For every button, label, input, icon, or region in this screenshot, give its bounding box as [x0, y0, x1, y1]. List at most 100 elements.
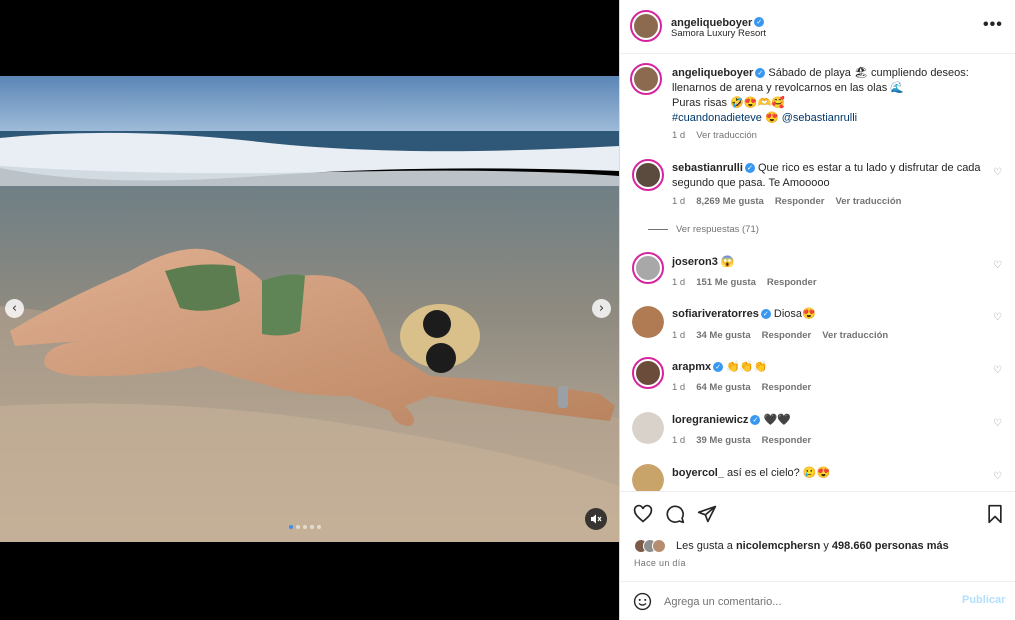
- verified-badge-icon: ✓: [754, 16, 765, 27]
- comment-avatar[interactable]: [632, 306, 664, 338]
- caption-meta: 1 d Ver traducción: [672, 130, 757, 141]
- comment-text: boyercol_ así es el cielo? 🥲😍: [672, 466, 830, 481]
- comment-time[interactable]: 1 d: [672, 382, 685, 393]
- post-header: angeliqueboyer ✓ Samora Luxury Resort •••: [620, 0, 1015, 54]
- comment-time[interactable]: 1 d: [672, 196, 685, 207]
- comment-text: sebastianrulli ✓ Que rico es estar a tu l…: [672, 161, 984, 191]
- comment-likes[interactable]: 8,269 Me gusta: [696, 196, 764, 207]
- comment-composer: Publicar: [620, 581, 1015, 620]
- comment-meta: 1 d 64 Me gusta Responder: [672, 382, 811, 393]
- caption-time[interactable]: 1 d: [672, 130, 685, 141]
- post-timestamp[interactable]: Hace un día: [634, 558, 686, 568]
- likes-summary[interactable]: Les gusta a nicolemcphersn y 498.660 per…: [634, 539, 949, 553]
- more-options-button[interactable]: •••: [983, 16, 1003, 34]
- post-actions: Les gusta a nicolemcphersn y 498.660 per…: [620, 491, 1015, 581]
- view-replies-button[interactable]: Ver respuestas (71): [648, 224, 759, 235]
- comment-username[interactable]: loregraniewicz: [672, 414, 748, 426]
- comment-meta: 1 d 39 Me gusta Responder: [672, 435, 811, 446]
- mute-button[interactable]: [585, 508, 607, 530]
- comment-bubble-icon[interactable]: [665, 504, 685, 524]
- verified-badge-icon: ✓: [750, 415, 761, 426]
- comment-username[interactable]: arapmx: [672, 361, 711, 373]
- caption-hashtag[interactable]: #cuandonadieteve: [672, 112, 762, 124]
- likes-user[interactable]: nicolemcphersn: [736, 540, 820, 552]
- comment-body: así es el cielo? 🥲😍: [727, 467, 831, 479]
- comment-like-heart-icon[interactable]: ♡: [993, 418, 1002, 429]
- avatar[interactable]: [630, 10, 662, 42]
- comment-meta: 1 d 34 Me gusta Responder Ver traducción: [672, 330, 888, 341]
- beach-photo: [0, 76, 619, 542]
- share-send-icon[interactable]: [697, 504, 717, 524]
- comment-avatar[interactable]: [632, 252, 664, 284]
- comment-avatar[interactable]: [632, 464, 664, 491]
- caption-translate-link[interactable]: Ver traducción: [696, 130, 757, 141]
- comments-list[interactable]: angeliqueboyer ✓ Sábado de playa 🏖 cumpli…: [620, 55, 1015, 491]
- caption-mention[interactable]: @sebastianrulli: [782, 112, 857, 124]
- publish-button[interactable]: Publicar: [962, 594, 1005, 606]
- comment-likes[interactable]: 151 Me gusta: [696, 277, 756, 288]
- translate-link[interactable]: Ver traducción: [822, 330, 888, 341]
- like-heart-icon[interactable]: [633, 504, 653, 524]
- speaker-muted-icon: [591, 514, 602, 524]
- comment-avatar[interactable]: [632, 357, 664, 389]
- reply-button[interactable]: Responder: [762, 435, 812, 446]
- carousel-dot: [303, 525, 307, 529]
- header-location[interactable]: Samora Luxury Resort: [671, 28, 766, 39]
- chevron-right-icon: ›: [598, 301, 605, 316]
- comment-like-heart-icon[interactable]: ♡: [993, 167, 1002, 178]
- comment-body: Diosa😍: [773, 308, 816, 320]
- comment-time[interactable]: 1 d: [672, 277, 685, 288]
- carousel-dot: [317, 525, 321, 529]
- comment-like-heart-icon[interactable]: ♡: [993, 260, 1002, 271]
- comment-body-2: segundo que pasa. Te Amooooo: [672, 177, 830, 189]
- comment-time[interactable]: 1 d: [672, 330, 685, 341]
- reply-button[interactable]: Responder: [762, 330, 812, 341]
- post-photo[interactable]: [0, 76, 619, 542]
- carousel-dot: [296, 525, 300, 529]
- carousel-dot: [289, 525, 293, 529]
- caption-text-1: Sábado de playa 🏖 cumpliendo deseos:: [768, 67, 969, 79]
- comment-body: 😱: [720, 256, 735, 268]
- comment-text: joseron3 😱: [672, 255, 735, 270]
- caption-avatar[interactable]: [630, 63, 662, 95]
- comment-like-heart-icon[interactable]: ♡: [993, 312, 1002, 323]
- comment-input[interactable]: [664, 592, 944, 612]
- likes-count[interactable]: 498.660 personas más: [832, 540, 949, 552]
- verified-badge-icon: ✓: [755, 68, 766, 79]
- save-bookmark-icon[interactable]: [985, 504, 1005, 524]
- caption-username[interactable]: angeliqueboyer: [672, 67, 753, 79]
- likes-conjunction: y: [823, 540, 829, 552]
- verified-badge-icon: ✓: [760, 309, 771, 320]
- comment-username[interactable]: joseron3: [672, 256, 718, 268]
- view-replies-label: Ver respuestas (71): [676, 224, 759, 235]
- comment-like-heart-icon[interactable]: ♡: [993, 471, 1002, 482]
- comment-avatar[interactable]: [632, 412, 664, 444]
- comment-likes[interactable]: 64 Me gusta: [696, 382, 750, 393]
- comment-avatar[interactable]: [632, 159, 664, 191]
- next-photo-button[interactable]: ›: [592, 299, 611, 318]
- comment-time[interactable]: 1 d: [672, 435, 685, 446]
- comment-username[interactable]: sofiariveratorres: [672, 308, 759, 320]
- comment-like-heart-icon[interactable]: ♡: [993, 365, 1002, 376]
- comment-meta: 1 d 8,269 Me gusta Responder Ver traducc…: [672, 196, 901, 207]
- comment-likes[interactable]: 34 Me gusta: [696, 330, 750, 341]
- comment-username[interactable]: boyercol_: [672, 467, 724, 479]
- comment-username[interactable]: sebastianrulli: [672, 162, 743, 174]
- verified-badge-icon: ✓: [713, 362, 724, 373]
- reply-button[interactable]: Responder: [775, 196, 825, 207]
- comment-text: arapmx ✓ 👏👏👏: [672, 360, 767, 375]
- previous-photo-button[interactable]: ‹: [5, 299, 24, 318]
- caption-text-2: llenarnos de arena y revolcarnos en las …: [672, 82, 904, 94]
- comment-likes[interactable]: 39 Me gusta: [696, 435, 750, 446]
- translate-link[interactable]: Ver traducción: [835, 196, 901, 207]
- reply-button[interactable]: Responder: [767, 277, 817, 288]
- emoji-icon[interactable]: [633, 592, 652, 611]
- caption-text-3: Puras risas 🤣😍🫶🥰: [672, 97, 785, 109]
- caption: angeliqueboyer ✓ Sábado de playa 🏖 cumpli…: [672, 66, 992, 126]
- verified-badge-icon: ✓: [744, 163, 755, 174]
- reply-button[interactable]: Responder: [762, 382, 812, 393]
- comment-meta: 1 d 151 Me gusta Responder: [672, 277, 817, 288]
- divider: [648, 229, 668, 230]
- avatar: [652, 539, 666, 553]
- likes-prefix: Les gusta a: [676, 540, 733, 552]
